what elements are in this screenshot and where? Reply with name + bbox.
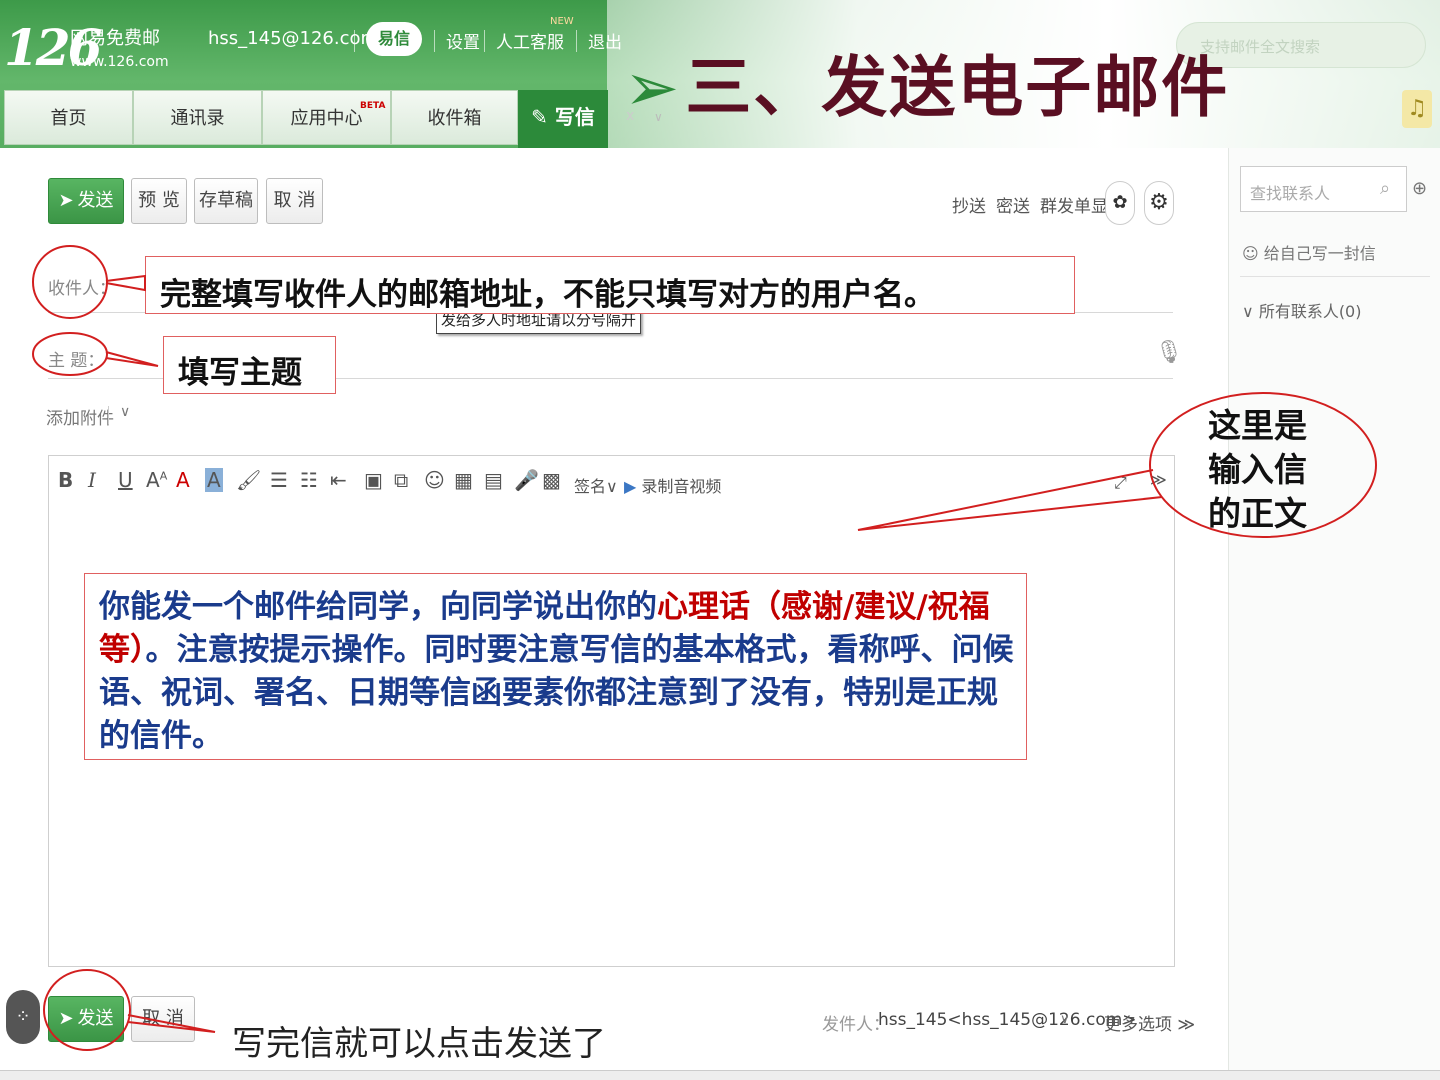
align-icon[interactable]: ☰ bbox=[270, 468, 288, 492]
arrow-bullet-icon: ➢ bbox=[624, 49, 682, 126]
chevron-down-icon[interactable]: ≫ bbox=[1150, 470, 1167, 489]
chevron-down-icon: ∨ bbox=[1242, 302, 1254, 321]
chevron-down-icon[interactable]: ∨ bbox=[120, 404, 130, 420]
subject-annotation: 填写主题 bbox=[163, 336, 336, 394]
more-options-link[interactable]: 更多选项 ≫ bbox=[1104, 1010, 1195, 1035]
body-text-part: 你能发一个邮件给同学，向同学说出你的 bbox=[99, 589, 657, 625]
cancel-button-top[interactable]: 取 消 bbox=[266, 178, 323, 224]
group-send-link[interactable]: 群发单显 bbox=[1040, 192, 1108, 217]
brush-icon[interactable]: 🖌 bbox=[236, 468, 261, 492]
logout-link[interactable]: 退出 bbox=[588, 28, 622, 53]
body-instructions: 你能发一个邮件给同学，向同学说出你的心理话（感谢/建议/祝福等）。注意按提示操作… bbox=[84, 573, 1027, 760]
header-divider bbox=[354, 30, 355, 52]
user-icon: ☺ bbox=[1242, 244, 1259, 263]
microphone-icon[interactable]: 🎙 bbox=[1155, 340, 1183, 365]
bg-color-button[interactable]: A bbox=[205, 468, 223, 492]
send-label: 发送 bbox=[77, 190, 114, 211]
slide-title-text: 三、发送电子邮件 bbox=[685, 49, 1230, 126]
beta-badge: BETA bbox=[360, 101, 386, 111]
save-draft-button[interactable]: 存草稿 bbox=[194, 178, 258, 224]
header-divider bbox=[576, 30, 577, 52]
signature-button[interactable]: 签名∨ bbox=[574, 473, 618, 497]
expand-icon[interactable]: ⤢ bbox=[1114, 473, 1127, 493]
bcc-link[interactable]: 密送 bbox=[996, 192, 1030, 217]
screenshot-icon[interactable]: ⧉ bbox=[394, 468, 408, 492]
body-annotation-line: 这里是 bbox=[1208, 406, 1307, 445]
underline-button[interactable]: U bbox=[118, 468, 133, 492]
tab-app-center[interactable]: 应用中心 bbox=[262, 90, 391, 145]
search-icon[interactable]: ⌕ bbox=[1380, 178, 1390, 199]
contacts-side-panel bbox=[1228, 148, 1440, 1080]
translate-icon[interactable]: ▩ bbox=[542, 468, 561, 492]
bold-button[interactable]: B bbox=[58, 468, 73, 492]
send-annotation: 写完信就可以点击发送了 bbox=[232, 1024, 606, 1064]
apps-icon[interactable]: ⁘ bbox=[6, 990, 40, 1044]
video-icon: ▶ bbox=[624, 477, 637, 496]
voice-icon[interactable]: 🎤 bbox=[514, 468, 539, 492]
recipient-label: 收件人： bbox=[48, 279, 116, 299]
support-link[interactable]: 人工客服 bbox=[496, 28, 564, 53]
header-divider bbox=[484, 30, 485, 52]
body-annotation-line: 输入信 bbox=[1208, 450, 1307, 489]
yixin-button[interactable]: 易信 bbox=[366, 22, 422, 56]
emoji-icon[interactable]: ☺ bbox=[424, 468, 445, 492]
sender-select[interactable]: hss_145<hss_145@126.com> bbox=[878, 1010, 1137, 1030]
logo-name: 网易免费邮 bbox=[70, 28, 160, 49]
music-icon[interactable]: ♫ bbox=[1402, 90, 1432, 128]
user-account-text: hss_145@126.com bbox=[208, 28, 379, 49]
cc-link[interactable]: 抄送 bbox=[952, 192, 986, 217]
tab-compose[interactable]: ✎ 写信 bbox=[518, 90, 608, 148]
add-contact-icon[interactable]: ⊕ bbox=[1412, 178, 1427, 199]
tab-compose-label: 写信 bbox=[554, 105, 595, 129]
header-divider bbox=[434, 30, 435, 52]
image-icon[interactable]: ▣ bbox=[364, 468, 383, 492]
attach-divider bbox=[108, 406, 109, 424]
tab-inbox[interactable]: 收件箱 bbox=[391, 90, 518, 145]
add-attachment-link[interactable]: 添加附件 bbox=[46, 404, 114, 429]
cancel-button-bottom[interactable]: 取 消 bbox=[131, 996, 195, 1042]
list-icon[interactable]: ☷ bbox=[300, 468, 318, 492]
subject-label: 主 题： bbox=[48, 351, 105, 371]
tab-contacts[interactable]: 通讯录 bbox=[133, 90, 262, 145]
font-size-button[interactable]: AA bbox=[146, 468, 167, 492]
template-icon[interactable]: ▦ bbox=[454, 468, 473, 492]
side-divider bbox=[1240, 276, 1430, 277]
send-button-top[interactable]: ➤ 发送 bbox=[48, 178, 124, 224]
font-color-button[interactable]: A bbox=[176, 468, 190, 492]
chevron-down-icon[interactable]: ∨ bbox=[1060, 1012, 1070, 1027]
indent-icon[interactable]: ⇤ bbox=[330, 468, 347, 492]
preview-button[interactable]: 预 览 bbox=[131, 178, 187, 224]
body-annotation-line: 的正文 bbox=[1208, 494, 1307, 533]
record-video-button[interactable]: ▶ 录制音视频 bbox=[624, 473, 721, 497]
gear-icon[interactable]: ⚙ bbox=[1144, 181, 1174, 225]
send-icon: ➤ bbox=[58, 1008, 74, 1029]
body-annotation: 这里是 输入信 的正文 bbox=[1208, 404, 1307, 536]
tab-home[interactable]: 首页 bbox=[4, 90, 133, 145]
taskbar-strip bbox=[0, 1070, 1440, 1080]
settings-link[interactable]: 设置 bbox=[446, 28, 480, 53]
send-icon: ➤ bbox=[58, 190, 74, 211]
stationery-icon[interactable]: ✿ bbox=[1105, 181, 1135, 225]
logo-url: www.126.com bbox=[70, 54, 169, 70]
slide-title: ➢三、发送电子邮件 bbox=[624, 34, 1229, 130]
calendar-icon[interactable]: ▤ bbox=[484, 468, 503, 492]
recipient-annotation: 完整填写收件人的邮箱地址，不能只填写对方的用户名。 bbox=[145, 256, 1075, 314]
write-to-self-link[interactable]: ☺ 给自己写一封信 bbox=[1242, 240, 1376, 264]
body-text-part: 。注意按提示操作。同时要注意写信的基本格式，看称呼、问候语、祝词、署名、日期等信… bbox=[99, 632, 1014, 754]
font-size-label: A bbox=[146, 468, 160, 492]
italic-button[interactable]: I bbox=[88, 468, 96, 492]
record-video-label: 录制音视频 bbox=[641, 477, 722, 496]
compose-icon: ✎ bbox=[531, 105, 548, 129]
all-contacts-label: 所有联系人(0) bbox=[1258, 302, 1362, 321]
send-label: 发送 bbox=[77, 1008, 114, 1029]
new-badge: NEW bbox=[550, 16, 574, 27]
write-self-label: 给自己写一封信 bbox=[1263, 244, 1376, 263]
contact-search-placeholder: 查找联系人 bbox=[1250, 184, 1331, 203]
send-button-bottom[interactable]: ➤ 发送 bbox=[48, 996, 124, 1042]
all-contacts-group[interactable]: ∨ 所有联系人(0) bbox=[1242, 298, 1361, 322]
